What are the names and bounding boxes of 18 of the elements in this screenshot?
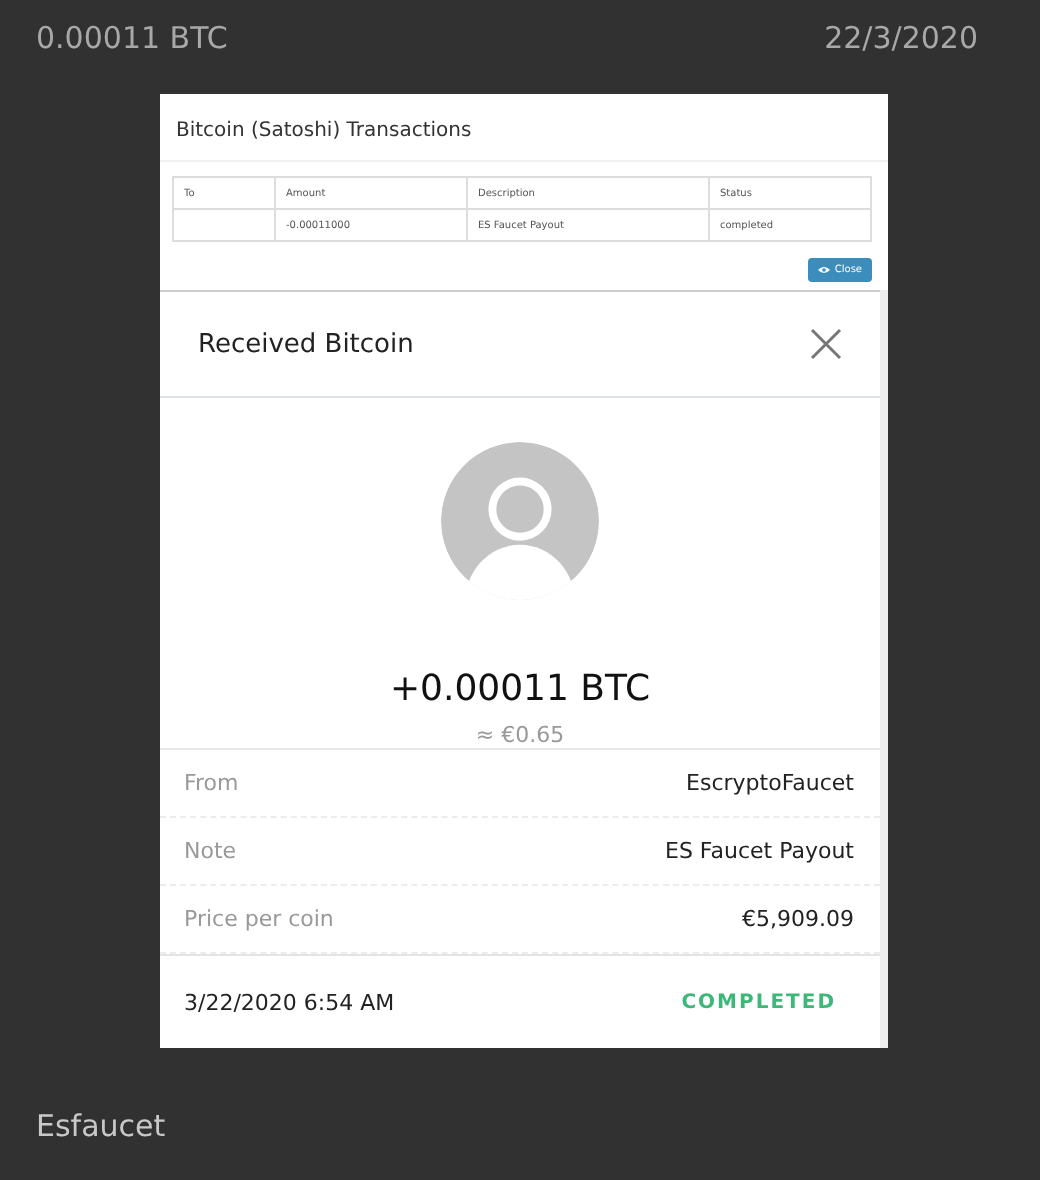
detail-label: Price per coin [184, 906, 334, 932]
detail-value: €5,909.09 [742, 906, 854, 932]
detail-value: ES Faucet Payout [665, 838, 854, 864]
amount-caption: 0.00011 BTC [36, 20, 228, 60]
received-amount: +0.00011 BTC [389, 668, 651, 710]
detail-label: From [184, 770, 239, 796]
fiat-value: ≈ €0.65 [475, 722, 565, 748]
panel-title: Bitcoin (Satoshi) Transactions [160, 94, 888, 162]
close-icon[interactable] [810, 328, 842, 360]
site-caption: Esfaucet [36, 1108, 166, 1144]
eye-icon [818, 266, 831, 274]
detail-value: EscryptoFaucet [686, 770, 854, 796]
timestamp: 3/22/2020 6:54 AM [184, 989, 395, 1015]
avatar-icon [440, 442, 600, 600]
dialog-title: Received Bitcoin [198, 329, 414, 359]
date-caption: 22/3/2020 [824, 20, 978, 60]
detail-label: Note [184, 838, 237, 864]
status-label: COMPLETED [681, 991, 836, 1013]
